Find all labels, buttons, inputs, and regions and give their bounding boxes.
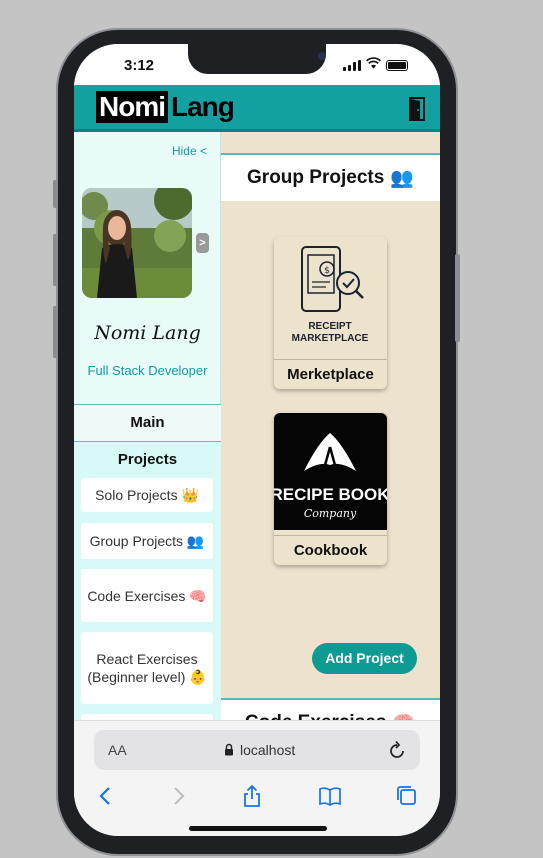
home-indicator [189, 826, 327, 831]
sidebar-item-react-exercises[interactable]: React Exercises (Beginner level) 👶 [81, 632, 213, 704]
logo[interactable]: Nomi Lang [96, 91, 235, 123]
company-title-text: Company [304, 507, 357, 520]
svg-text:$: $ [324, 266, 330, 276]
share-icon[interactable] [240, 784, 264, 808]
power-button [455, 254, 460, 342]
role-link[interactable]: Full Stack Developer [74, 363, 221, 378]
text-size-button[interactable]: AA [108, 742, 127, 758]
cellular-signal-icon [343, 59, 361, 71]
status-time: 3:12 [124, 57, 155, 74]
nav-projects-heading[interactable]: Projects [74, 442, 221, 478]
nav-main[interactable]: Main [74, 404, 221, 442]
hide-sidebar-link[interactable]: Hide < [172, 144, 207, 158]
camera-icon [318, 52, 326, 60]
lock-icon [225, 743, 233, 756]
receipt-title-text: RECEIPT [308, 321, 351, 332]
receipt-marketplace-image: $ RECEIPT MARKETPLACE [274, 237, 387, 354]
project-card-cookbook[interactable]: RECIPE BOOK Company Cookbook [274, 413, 387, 565]
forward-icon[interactable] [166, 784, 190, 808]
reload-icon[interactable] [388, 740, 406, 760]
url-text: localhost [240, 742, 296, 758]
tabs-icon[interactable] [395, 784, 419, 808]
expand-profile-arrow[interactable]: > [196, 233, 209, 253]
browser-toolbar: AA localhost [74, 720, 440, 836]
wifi-icon [366, 57, 381, 71]
group-projects-heading: Group Projects 👥 [221, 153, 440, 201]
marketplace-title-text: MARKETPLACE [292, 333, 369, 344]
group-people-icon: 👥 [390, 168, 414, 189]
add-project-button[interactable]: Add Project [312, 643, 417, 674]
recipe-book-title-text: RECIPE BOOK [274, 485, 387, 504]
logo-last-name: Lang [171, 91, 235, 122]
group-projects-title: Group Projects [247, 167, 385, 188]
address-bar[interactable]: AA localhost [94, 730, 420, 770]
battery-icon [386, 60, 408, 71]
project-card-marketplace[interactable]: $ RECEIPT MARKETPLACE Merketplace [274, 237, 387, 389]
app-header: Nomi Lang [74, 85, 440, 132]
volume-up-button [53, 234, 58, 286]
avatar [82, 188, 192, 298]
logo-first-name: Nomi [96, 91, 168, 123]
main-content: Group Projects 👥 $ RECEIPT MARKETPLACE M… [221, 132, 440, 746]
volume-down-button [53, 306, 58, 358]
project-card-label: Merketplace [274, 359, 387, 389]
signature-name: Nomi Lang [94, 322, 201, 344]
sidebar: Hide < > Nomi Lang Full Stack Developer … [74, 132, 221, 778]
recipe-book-image: RECIPE BOOK Company [274, 413, 387, 530]
logout-door-icon[interactable] [408, 96, 426, 122]
sidebar-item-solo-projects[interactable]: Solo Projects 👑 [81, 478, 213, 512]
notch [188, 44, 326, 74]
status-icons [343, 57, 408, 71]
status-bar: 3:12 [74, 44, 440, 88]
project-card-label: Cookbook [274, 535, 387, 565]
bookmarks-icon[interactable] [318, 784, 342, 808]
silent-switch [53, 180, 58, 208]
back-icon[interactable] [94, 784, 118, 808]
sidebar-item-code-exercises[interactable]: Code Exercises 🧠 [81, 569, 213, 622]
sidebar-item-group-projects[interactable]: Group Projects 👥 [81, 523, 213, 559]
phone-screen: 3:12 Nomi Lang Hide < > Nomi Lang Full S… [74, 44, 440, 836]
